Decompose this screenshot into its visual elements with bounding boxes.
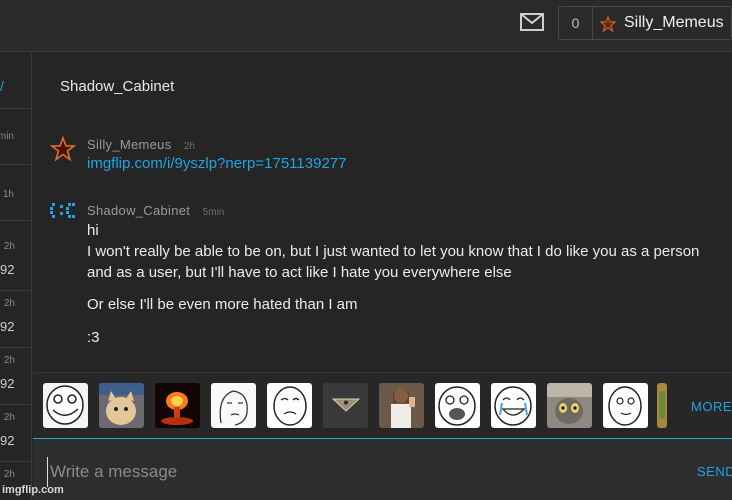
list-item-time: 2h <box>3 469 15 480</box>
message-line: Or else I'll be even more hated than I a… <box>87 296 358 313</box>
message: Shadow_Cabinet 5min hi I won't really be… <box>50 200 720 350</box>
user-menu[interactable]: 0 Silly_Memeus <box>558 6 732 40</box>
message-link[interactable]: imgflip.com/i/9yszlp?nerp=1751139277 <box>87 155 346 172</box>
list-item-value: 92 <box>0 376 15 391</box>
list-item-time: 2h <box>3 298 15 309</box>
list-item-value: 92 <box>0 433 15 448</box>
list-item-value: 92 <box>0 319 15 334</box>
illuminati-thumb[interactable] <box>323 383 368 428</box>
list-item-time: 2h <box>3 412 15 423</box>
crying-happy-thumb[interactable] <box>491 383 536 428</box>
list-item-value: 92 <box>0 262 15 277</box>
username-label[interactable]: Silly_Memeus <box>624 7 724 39</box>
message-username[interactable]: Silly_Memeus <box>87 137 172 152</box>
meme-strip: MORE <box>33 372 732 438</box>
list-item-time: 2h <box>3 241 15 252</box>
list-item-time: 2h <box>3 355 15 366</box>
list-item[interactable]: / <box>0 53 32 109</box>
list-item-time: min <box>0 131 14 142</box>
message: Silly_Memeus 2h imgflip.com/i/9yszlp?ner… <box>50 136 720 176</box>
conversation-title: Shadow_Cabinet <box>60 78 175 95</box>
star-avatar[interactable] <box>50 136 76 162</box>
list-item[interactable]: 2h 92 <box>0 235 32 291</box>
conversation-list: / min 1h 2h 92 2h 92 2h 92 2h 92 2h <box>0 53 32 500</box>
more-memes-button[interactable]: MORE <box>691 399 732 414</box>
active-indicator: / <box>0 78 4 94</box>
list-item[interactable]: 2h 92 <box>0 292 32 348</box>
message-line: I won't really be able to be on, but I j… <box>87 243 700 281</box>
cat-meme-thumb[interactable] <box>99 383 144 428</box>
list-item[interactable]: 2h 92 <box>0 406 32 462</box>
send-button[interactable]: SEND <box>697 464 732 479</box>
mail-icon[interactable] <box>520 13 544 31</box>
notification-count[interactable]: 0 <box>559 7 593 39</box>
top-bar: 0 Silly_Memeus <box>0 0 732 52</box>
list-item[interactable]: min <box>0 109 32 165</box>
message-input[interactable] <box>47 457 667 487</box>
star-icon <box>600 16 616 32</box>
message-header: Shadow_Cabinet 5min <box>87 202 224 220</box>
message-composer: SEND <box>33 438 732 500</box>
list-item[interactable]: 2h 92 <box>0 349 32 405</box>
message-time: 5min <box>202 207 225 218</box>
okay-face-thumb[interactable] <box>267 383 312 428</box>
message-line: :3 <box>87 329 100 346</box>
message-time: 2h <box>183 141 196 152</box>
watermark: imgflip.com <box>2 484 64 496</box>
message-line: hi <box>87 222 99 239</box>
message-header: Silly_Memeus 2h <box>87 136 195 154</box>
partial-thumb[interactable] <box>657 383 667 428</box>
pixel-face-avatar[interactable] <box>50 200 76 226</box>
message-username[interactable]: Shadow_Cabinet <box>87 203 190 218</box>
explosion-thumb[interactable] <box>155 383 200 428</box>
buddy-christ-thumb[interactable] <box>379 383 424 428</box>
lol-face-thumb[interactable] <box>435 383 480 428</box>
gru-cat-thumb[interactable] <box>547 383 592 428</box>
thinking-face-thumb[interactable] <box>603 383 648 428</box>
wojak-thumb[interactable] <box>211 383 256 428</box>
troll-face-thumb[interactable] <box>43 383 88 428</box>
list-item-time: 1h <box>2 189 14 200</box>
list-item[interactable]: 1h <box>0 165 32 221</box>
